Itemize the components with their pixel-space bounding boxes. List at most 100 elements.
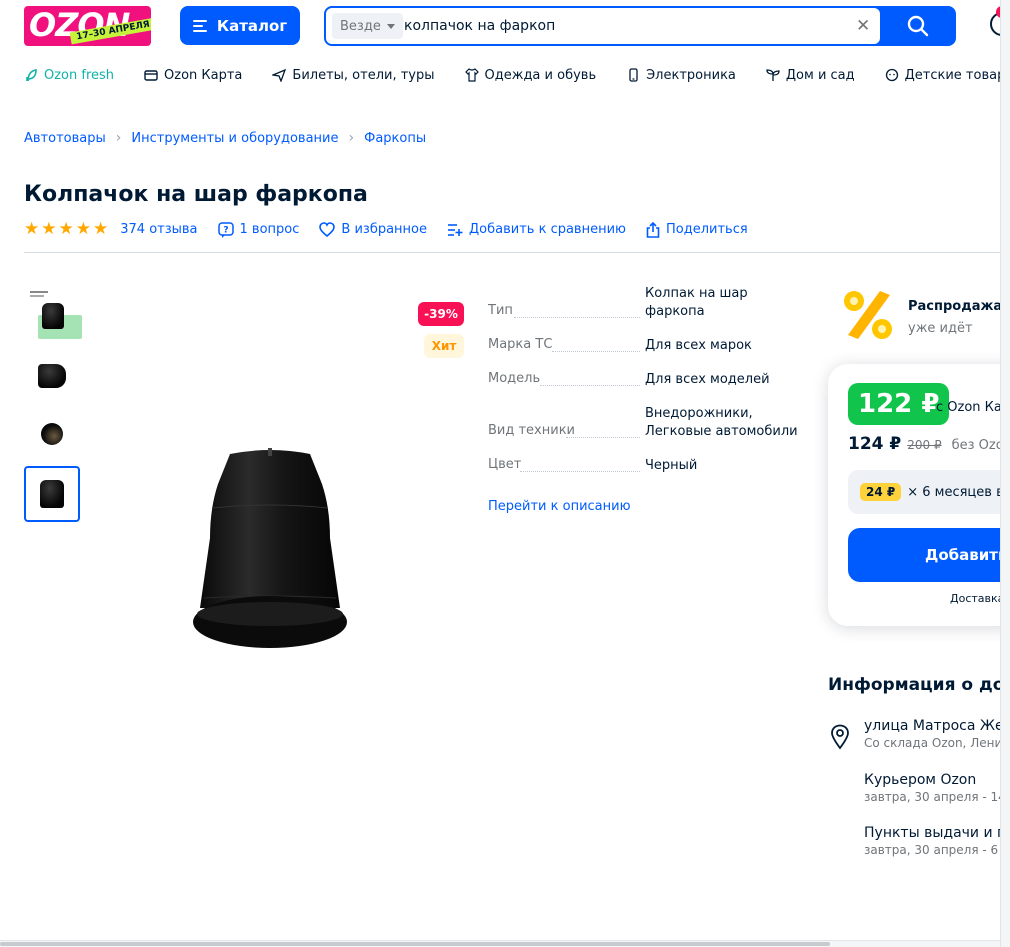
sale-title: Распродажа (908, 299, 1003, 314)
delivery-info-title: Информация о дос (828, 675, 1010, 695)
favorite-button[interactable]: В избранное (319, 222, 427, 237)
delivery-courier: Курьером Ozon завтра, 30 апреля - 14 (864, 772, 1006, 804)
question-icon: ? (217, 221, 234, 238)
catalog-label: Каталог (216, 16, 288, 35)
spec-value: Для всех моделей (645, 372, 770, 387)
baby-icon (885, 68, 898, 82)
delivery-address[interactable]: улица Матроса Же Со склада Ozon, Лени (864, 718, 1004, 750)
spec-dots (520, 471, 640, 472)
delivery-address-sub: Со склада Ozon, Лени (864, 736, 1003, 750)
nav-item-electronics[interactable]: Электроника (626, 62, 736, 88)
nav-label: Детские товары (904, 67, 1010, 83)
gallery-thumb[interactable] (24, 348, 80, 404)
spec-value: Колпак на шар фаркопа (645, 286, 748, 319)
spec-dots (514, 317, 640, 318)
nav-item-ozon-card[interactable]: Ozon Карта (144, 62, 242, 88)
category-nav: Ozon fresh Ozon Карта Билеты, отели, тур… (24, 62, 1010, 88)
compare-button[interactable]: Добавить к сравнению (447, 222, 626, 237)
star-icon: ★ (41, 219, 57, 239)
share-button[interactable]: Поделиться (646, 221, 748, 238)
rating-stars: ★ ★ ★ ★ ★ (24, 221, 108, 238)
share-icon (646, 221, 660, 238)
spec-row: Марка ТС Для всех марок (488, 337, 788, 357)
leaf-icon (26, 69, 37, 82)
search-scope-select[interactable]: Везде (332, 13, 403, 39)
installment-option[interactable]: 24 ₽ × 6 месяцев в С (848, 470, 1010, 514)
nav-label: Одежда и обувь (484, 67, 597, 83)
delivery-courier-text: Курьером Ozon (864, 772, 977, 788)
delivery-note: Доставка (950, 592, 1005, 605)
spec-value: Внедорожники, Легковые автомобили (645, 406, 798, 439)
product-image[interactable] (190, 448, 350, 650)
go-to-description-link[interactable]: Перейти к описанию (488, 499, 631, 514)
card-price-caption: с Ozon Ка (936, 400, 1002, 415)
search-scope-label: Везде (340, 18, 381, 34)
spec-row: Вид техники Внедорожники, Легковые автом… (488, 405, 798, 443)
svg-text:?: ? (223, 225, 228, 235)
breadcrumb-item[interactable]: Инструменты и оборудование (131, 131, 338, 146)
add-to-cart-label: Добавить (925, 546, 1008, 564)
discount-badge: -39% (418, 302, 464, 326)
old-price: 200 ₽ (907, 438, 942, 452)
spec-value: Для всех марок (645, 338, 752, 353)
star-icon: ★ (58, 219, 74, 239)
nav-label: Билеты, отели, туры (292, 67, 435, 83)
product-meta: ★ ★ ★ ★ ★ 374 отзыва ? 1 вопрос В избранное … (24, 221, 748, 238)
star-icon: ★ (93, 219, 109, 239)
share-label: Поделиться (666, 222, 748, 237)
scrollbar-thumb[interactable] (0, 942, 830, 946)
delivery-pickup: Пункты выдачи и по завтра, 30 апреля - 6 (864, 825, 1010, 857)
nav-item-home-garden[interactable]: Дом и сад (766, 62, 855, 88)
spec-row: Модель Для всех моделей (488, 371, 788, 391)
delivery-address-text: улица Матроса Же (864, 718, 1004, 734)
gallery-thumb[interactable] (24, 286, 82, 342)
chevron-down-icon (386, 23, 395, 29)
phone-icon (629, 68, 638, 82)
compare-icon (448, 223, 463, 236)
horizontal-scrollbar[interactable] (0, 940, 1000, 947)
gallery-thumb[interactable] (24, 406, 80, 462)
card-icon (144, 70, 158, 81)
spec-key: Вид техники (488, 423, 576, 438)
product-title: Колпачок на шар фаркопа (24, 182, 368, 207)
buy-card: 122 ₽ с Ozon Ка 124 ₽ 200 ₽ без Ozon 24 … (828, 364, 1010, 626)
nav-item-kids[interactable]: Детские товары (885, 62, 1010, 88)
favorite-label: В избранное (341, 222, 428, 237)
ozon-logo[interactable]: OZON 17–30 АПРЕЛЯ (24, 6, 151, 46)
clear-icon[interactable]: ✕ (856, 16, 870, 36)
nav-label: Электроника (646, 67, 736, 83)
nav-label: Ozon Карта (164, 67, 243, 83)
breadcrumb: Автотовары › Инструменты и оборудование … (24, 130, 426, 146)
divider (24, 252, 1000, 253)
chevron-right-icon: › (348, 130, 355, 146)
spec-key: Цвет (488, 457, 522, 472)
nav-label: Ozon fresh (44, 67, 115, 83)
catalog-button[interactable]: Каталог (180, 6, 300, 45)
spec-dots (566, 437, 640, 438)
nav-item-ozon-fresh[interactable]: Ozon fresh (24, 62, 114, 88)
breadcrumb-item[interactable]: Фаркопы (364, 131, 426, 146)
delivery-pickup-text: Пункты выдачи и по (864, 825, 1010, 841)
installment-text: × 6 месяцев в С (907, 484, 1010, 500)
rating-reviews-link[interactable]: ★ ★ ★ ★ ★ 374 отзыва (24, 221, 198, 238)
plane-icon (272, 68, 287, 82)
add-to-cart-button[interactable]: Добавить (848, 528, 1010, 582)
reviews-count: 374 отзыва (120, 222, 198, 237)
hit-badge: Хит (424, 334, 464, 358)
compare-label: Добавить к сравнению (469, 222, 626, 237)
gallery-thumb-active[interactable] (24, 466, 80, 522)
spec-value: Черный (645, 458, 698, 473)
spec-row: Тип Колпак на шар фаркопа (488, 285, 788, 323)
vertical-scrollbar[interactable] (1000, 0, 1010, 947)
nav-item-clothing[interactable]: Одежда и обувь (464, 62, 597, 88)
sale-subtitle: уже идёт (908, 321, 973, 336)
star-icon: ★ (24, 219, 40, 239)
card-price: 122 ₽ (848, 383, 950, 425)
nav-item-travel[interactable]: Билеты, отели, туры (272, 62, 435, 88)
questions-link[interactable]: ? 1 вопрос (217, 221, 299, 238)
percent-icon (844, 291, 892, 339)
search-input[interactable] (404, 14, 844, 38)
tshirt-icon (464, 68, 479, 82)
breadcrumb-item[interactable]: Автотовары (24, 131, 106, 146)
search-button[interactable] (894, 12, 942, 40)
